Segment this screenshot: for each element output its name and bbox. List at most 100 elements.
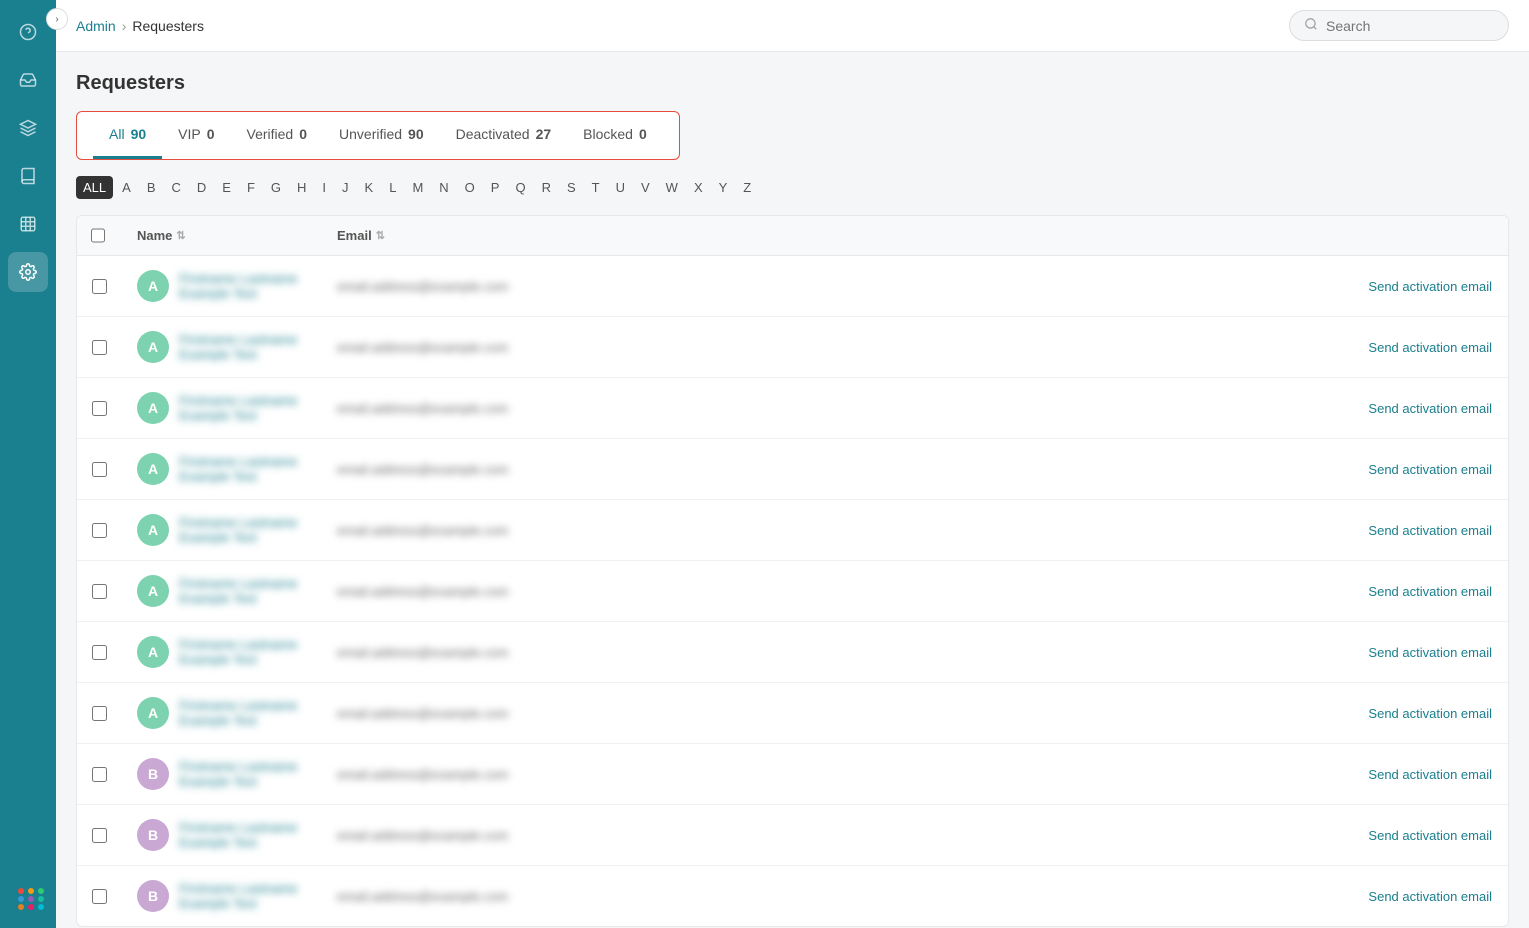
requester-email: email.address@example.com [337, 828, 508, 843]
search-box[interactable] [1289, 10, 1509, 41]
alpha-btn-b[interactable]: B [140, 176, 163, 199]
row-checkbox[interactable] [92, 523, 107, 538]
send-activation-link[interactable]: Send activation email [1368, 889, 1492, 904]
requester-name[interactable]: Firstname Lastname Example Text [179, 698, 305, 728]
row-checkbox[interactable] [92, 645, 107, 660]
table-row: A Firstname Lastname Example Text email.… [77, 256, 1508, 317]
chart-icon[interactable] [8, 204, 48, 244]
row-checkbox[interactable] [92, 828, 107, 843]
requester-name[interactable]: Firstname Lastname Example Text [179, 515, 305, 545]
alpha-btn-v[interactable]: V [634, 176, 657, 199]
alpha-btn-c[interactable]: C [164, 176, 187, 199]
alpha-btn-t[interactable]: T [585, 176, 607, 199]
alpha-btn-g[interactable]: G [264, 176, 288, 199]
alpha-btn-e[interactable]: E [215, 176, 238, 199]
alpha-btn-o[interactable]: O [458, 176, 482, 199]
row-action-cell: Send activation email [1308, 631, 1508, 674]
alpha-btn-s[interactable]: S [560, 176, 583, 199]
row-checkbox-cell [77, 753, 121, 796]
email-sort-icon[interactable]: ⇅ [376, 229, 385, 242]
requester-name[interactable]: Firstname Lastname Example Text [179, 637, 305, 667]
alpha-btn-all[interactable]: ALL [76, 176, 113, 199]
th-action [1308, 216, 1508, 255]
inbox-icon[interactable] [8, 60, 48, 100]
alpha-btn-y[interactable]: Y [712, 176, 735, 199]
send-activation-link[interactable]: Send activation email [1368, 584, 1492, 599]
app-dots[interactable] [14, 884, 42, 912]
send-activation-link[interactable]: Send activation email [1368, 401, 1492, 416]
layers-icon[interactable] [8, 108, 48, 148]
alpha-btn-j[interactable]: J [335, 176, 356, 199]
row-checkbox[interactable] [92, 401, 107, 416]
row-email-cell: email.address@example.com [321, 448, 1308, 491]
book-icon[interactable] [8, 156, 48, 196]
row-checkbox[interactable] [92, 767, 107, 782]
requester-name[interactable]: Firstname Lastname Example Text [179, 759, 305, 789]
requester-name[interactable]: Firstname Lastname Example Text [179, 332, 305, 362]
table-header: Name ⇅ Email ⇅ [77, 216, 1508, 256]
send-activation-link[interactable]: Send activation email [1368, 462, 1492, 477]
alpha-btn-d[interactable]: D [190, 176, 213, 199]
help-icon[interactable] [8, 12, 48, 52]
row-checkbox[interactable] [92, 706, 107, 721]
row-checkbox[interactable] [92, 889, 107, 904]
row-name-cell: A Firstname Lastname Example Text [121, 439, 321, 499]
alpha-btn-l[interactable]: L [382, 176, 403, 199]
sidebar-toggle[interactable]: › [46, 8, 68, 30]
settings-icon[interactable] [8, 252, 48, 292]
row-checkbox[interactable] [92, 340, 107, 355]
requester-email: email.address@example.com [337, 401, 508, 416]
requester-name[interactable]: Firstname Lastname Example Text [179, 454, 305, 484]
send-activation-link[interactable]: Send activation email [1368, 706, 1492, 721]
select-all-checkbox[interactable] [91, 228, 105, 243]
alpha-btn-k[interactable]: K [358, 176, 381, 199]
alpha-btn-z[interactable]: Z [736, 176, 758, 199]
requester-name[interactable]: Firstname Lastname Example Text [179, 820, 305, 850]
send-activation-link[interactable]: Send activation email [1368, 523, 1492, 538]
row-checkbox[interactable] [92, 279, 107, 294]
alpha-btn-a[interactable]: A [115, 176, 138, 199]
requester-name[interactable]: Firstname Lastname Example Text [179, 393, 305, 423]
row-checkbox-cell [77, 875, 121, 918]
send-activation-link[interactable]: Send activation email [1368, 340, 1492, 355]
filter-tab-all[interactable]: All90 [93, 112, 162, 159]
row-name-cell: A Firstname Lastname Example Text [121, 317, 321, 377]
filter-tab-vip[interactable]: VIP0 [162, 112, 230, 159]
requester-name[interactable]: Firstname Lastname Example Text [179, 881, 305, 911]
alpha-btn-u[interactable]: U [609, 176, 632, 199]
name-sort-icon[interactable]: ⇅ [176, 229, 185, 242]
requester-name[interactable]: Firstname Lastname Example Text [179, 576, 305, 606]
alpha-btn-q[interactable]: Q [508, 176, 532, 199]
filter-tab-verified[interactable]: Verified0 [231, 112, 324, 159]
filter-tab-deactivated[interactable]: Deactivated27 [440, 112, 568, 159]
search-input[interactable] [1326, 18, 1494, 34]
alpha-btn-w[interactable]: W [659, 176, 685, 199]
breadcrumb-admin[interactable]: Admin [76, 18, 116, 34]
row-name-cell: A Firstname Lastname Example Text [121, 500, 321, 560]
alpha-btn-x[interactable]: X [687, 176, 710, 199]
requester-name[interactable]: Firstname Lastname Example Text [179, 271, 305, 301]
alpha-btn-f[interactable]: F [240, 176, 262, 199]
send-activation-link[interactable]: Send activation email [1368, 767, 1492, 782]
requester-email: email.address@example.com [337, 462, 508, 477]
breadcrumb-separator: › [122, 18, 127, 34]
alpha-btn-h[interactable]: H [290, 176, 313, 199]
row-checkbox-cell [77, 448, 121, 491]
alpha-btn-n[interactable]: N [432, 176, 455, 199]
send-activation-link[interactable]: Send activation email [1368, 828, 1492, 843]
alpha-btn-p[interactable]: P [484, 176, 507, 199]
alpha-btn-m[interactable]: M [405, 176, 430, 199]
avatar: B [137, 880, 169, 912]
table-row: B Firstname Lastname Example Text email.… [77, 866, 1508, 926]
content-area: Requesters All90VIP0Verified0Unverified9… [56, 52, 1529, 928]
alpha-btn-r[interactable]: R [535, 176, 558, 199]
row-checkbox[interactable] [92, 584, 107, 599]
alpha-btn-i[interactable]: I [315, 176, 333, 199]
row-checkbox[interactable] [92, 462, 107, 477]
send-activation-link[interactable]: Send activation email [1368, 279, 1492, 294]
tab-count-vip: 0 [207, 126, 215, 142]
filter-tab-unverified[interactable]: Unverified90 [323, 112, 440, 159]
avatar: A [137, 636, 169, 668]
filter-tab-blocked[interactable]: Blocked0 [567, 112, 663, 159]
send-activation-link[interactable]: Send activation email [1368, 645, 1492, 660]
